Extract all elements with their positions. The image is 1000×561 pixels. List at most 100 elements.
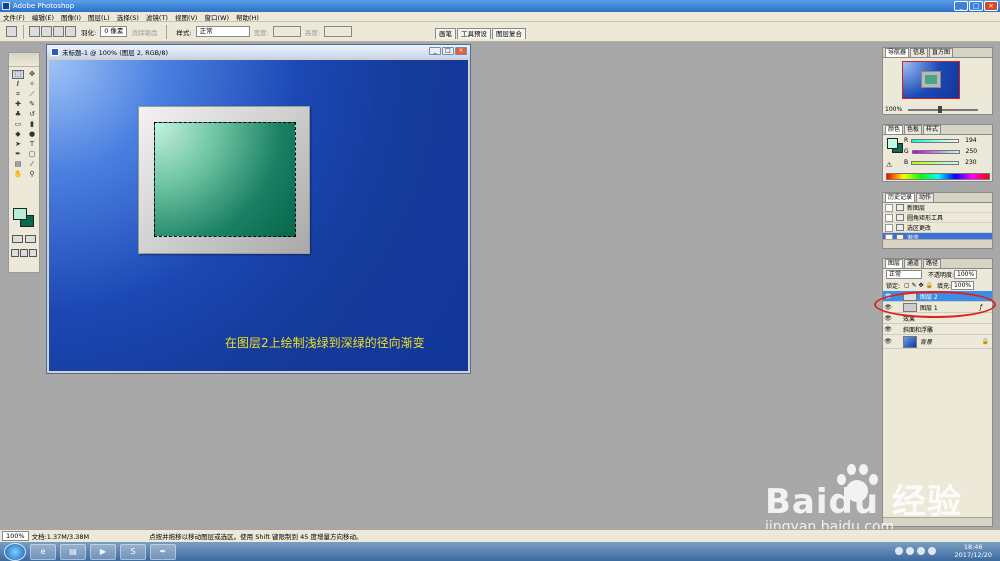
status-zoom[interactable]: 100% xyxy=(2,531,29,541)
b-value[interactable]: 230 xyxy=(965,159,979,166)
clock[interactable]: 18:46 2017/12/20 xyxy=(955,543,992,559)
doc-close-button[interactable]: × xyxy=(455,47,467,55)
menu-filter[interactable]: 滤镜(T) xyxy=(146,12,168,22)
eraser-tool-icon[interactable]: ▭ xyxy=(12,120,24,129)
doc-minimize-button[interactable]: _ xyxy=(429,47,441,55)
slice-tool-icon[interactable]: ⟋ xyxy=(26,90,38,99)
shape-tool-icon[interactable]: ▢ xyxy=(26,150,38,159)
tray-icon[interactable] xyxy=(895,547,903,555)
well-tab-layer-comps[interactable]: 图层复合 xyxy=(492,28,526,39)
history-item[interactable]: 圆角矩形工具 xyxy=(883,213,992,223)
lasso-tool-icon[interactable]: ℓ xyxy=(12,80,24,89)
r-value[interactable]: 194 xyxy=(965,137,979,144)
feather-input[interactable]: 0 像素 xyxy=(100,26,128,37)
tab-actions[interactable]: 动作 xyxy=(916,193,935,202)
r-slider[interactable] xyxy=(911,138,960,143)
photoshop-taskbar-icon[interactable]: ✒ xyxy=(150,543,176,560)
g-value[interactable]: 250 xyxy=(966,148,980,155)
history-brush-icon[interactable]: ↺ xyxy=(26,110,38,119)
antialias-checkbox[interactable]: 消除锯齿 xyxy=(131,27,157,37)
panel-fg-swatch[interactable] xyxy=(887,138,898,149)
tab-color[interactable]: 颜色 xyxy=(885,125,904,134)
menu-layer[interactable]: 图层(L) xyxy=(88,12,110,22)
foreground-color-swatch[interactable] xyxy=(13,208,27,220)
marquee-tool-preset-icon[interactable] xyxy=(6,26,17,37)
lock-icons[interactable]: ▢ ✎ ✥ 🔒 xyxy=(904,282,933,289)
navigator-zoom-value[interactable]: 100% xyxy=(885,106,902,113)
eye-icon[interactable]: 👁 xyxy=(883,326,893,333)
tab-paths[interactable]: 路径 xyxy=(923,259,942,268)
explorer-taskbar-icon[interactable]: ▤ xyxy=(60,543,86,560)
menu-image[interactable]: 图像(I) xyxy=(61,12,81,22)
blur-tool-icon[interactable]: ◆ xyxy=(12,130,24,139)
menu-help[interactable]: 帮助(H) xyxy=(236,12,259,22)
well-tab-tool-presets[interactable]: 工具预设 xyxy=(457,28,491,39)
history-item[interactable]: 选区更改 xyxy=(883,223,992,233)
menu-file[interactable]: 文件(F) xyxy=(3,12,25,22)
menu-window[interactable]: 窗口(W) xyxy=(204,12,229,22)
quick-mask-icon[interactable] xyxy=(25,235,36,243)
tab-channels[interactable]: 通道 xyxy=(904,259,923,268)
add-selection-icon[interactable] xyxy=(41,26,52,37)
navigator-thumbnail[interactable] xyxy=(902,61,960,99)
screen-mode-standard-icon[interactable] xyxy=(11,249,19,257)
zoom-tool-icon[interactable]: ⚲ xyxy=(26,170,38,179)
tab-history[interactable]: 历史记录 xyxy=(885,193,916,202)
media-player-taskbar-icon[interactable]: ▶ xyxy=(90,543,116,560)
maximize-button[interactable]: □ xyxy=(969,1,983,11)
well-tab-brushes[interactable]: 画笔 xyxy=(435,28,456,39)
tray-icon[interactable] xyxy=(917,547,925,555)
brush-tool-icon[interactable]: ✎ xyxy=(26,100,38,109)
intersect-selection-icon[interactable] xyxy=(65,26,76,37)
eye-icon[interactable]: 👁 xyxy=(883,315,893,322)
eyedropper-tool-icon[interactable]: ⁄ xyxy=(26,160,38,169)
healing-brush-icon[interactable]: ✚ xyxy=(12,100,24,109)
tab-styles[interactable]: 样式 xyxy=(923,125,942,134)
color-ramp[interactable] xyxy=(886,173,990,180)
navigator-zoom-slider[interactable] xyxy=(908,105,979,113)
document-titlebar[interactable]: 未标题-1 @ 100% (图层 2, RGB/8) _ □ × xyxy=(47,45,470,58)
tab-navigator[interactable]: 导航器 xyxy=(885,48,910,57)
menu-view[interactable]: 视图(V) xyxy=(175,12,198,22)
b-slider[interactable] xyxy=(911,160,960,165)
crop-tool-icon[interactable]: ⌗ xyxy=(12,90,24,99)
notes-tool-icon[interactable]: ▤ xyxy=(12,160,24,169)
marquee-tool-icon[interactable]: ⬚ xyxy=(12,70,24,79)
history-item[interactable]: 新图层 xyxy=(883,203,992,213)
tab-layers[interactable]: 图层 xyxy=(885,259,904,268)
g-slider[interactable] xyxy=(911,149,960,154)
tab-info[interactable]: 信息 xyxy=(910,48,929,57)
menu-select[interactable]: 选择(S) xyxy=(117,12,139,22)
type-tool-icon[interactable]: T xyxy=(26,140,38,149)
fill-input[interactable]: 100% xyxy=(950,281,975,290)
blend-mode-select[interactable]: 正常 xyxy=(886,270,922,279)
clone-stamp-icon[interactable]: ♣ xyxy=(12,110,24,119)
menu-edit[interactable]: 编辑(E) xyxy=(32,12,54,22)
browser-taskbar-icon[interactable]: S xyxy=(120,543,146,560)
height-input[interactable] xyxy=(324,26,353,37)
tray-icon[interactable] xyxy=(928,547,936,555)
layer-effect-bevel-row[interactable]: 👁 斜面和浮雕 xyxy=(883,324,992,335)
magic-wand-tool-icon[interactable]: ✧ xyxy=(26,80,38,89)
standard-mode-icon[interactable] xyxy=(12,235,23,243)
close-button[interactable]: × xyxy=(984,1,998,11)
subtract-selection-icon[interactable] xyxy=(53,26,64,37)
hand-tool-icon[interactable]: ✋ xyxy=(12,170,24,179)
start-button[interactable] xyxy=(4,542,26,561)
dodge-tool-icon[interactable]: ● xyxy=(26,130,38,139)
gradient-tool-icon[interactable]: ▮ xyxy=(26,120,38,129)
layer-row-background[interactable]: 👁 背景 🔒 xyxy=(883,335,992,349)
style-select[interactable]: 正常 xyxy=(195,26,250,37)
width-input[interactable] xyxy=(272,26,301,37)
minimize-button[interactable]: _ xyxy=(954,1,968,11)
doc-maximize-button[interactable]: □ xyxy=(442,47,454,55)
move-tool-icon[interactable]: ✥ xyxy=(26,70,38,79)
eye-icon[interactable]: 👁 xyxy=(883,338,893,345)
ie-taskbar-icon[interactable]: e xyxy=(30,543,56,560)
pen-tool-icon[interactable]: ✒ xyxy=(12,150,24,159)
screen-mode-full-menu-icon[interactable] xyxy=(20,249,28,257)
opacity-input[interactable]: 100% xyxy=(954,270,978,279)
tray-icon[interactable] xyxy=(906,547,914,555)
screen-mode-full-icon[interactable] xyxy=(29,249,37,257)
file-browser-icon[interactable] xyxy=(419,28,431,39)
